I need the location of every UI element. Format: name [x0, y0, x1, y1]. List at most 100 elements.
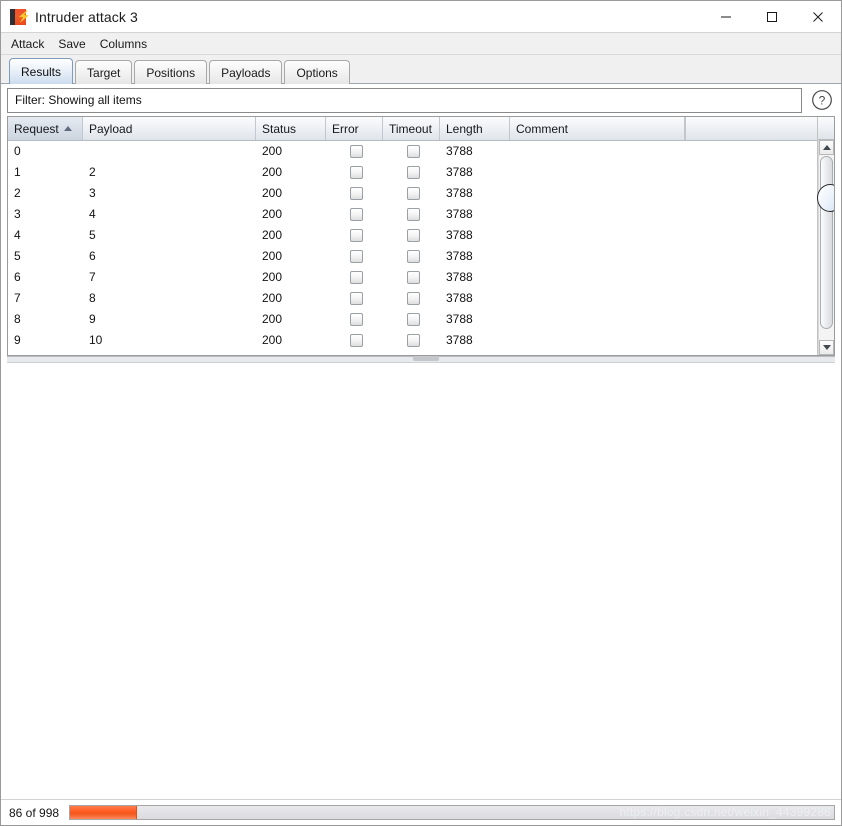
cell-request: 0 [8, 141, 83, 162]
tab-payloads[interactable]: Payloads [209, 60, 282, 84]
maximize-button[interactable] [749, 1, 795, 32]
filter-row: Filter: Showing all items ? [1, 84, 841, 116]
menu-item-save[interactable]: Save [57, 36, 86, 52]
tab-options[interactable]: Options [284, 60, 349, 84]
filter-input[interactable]: Filter: Showing all items [7, 88, 802, 113]
timeout-checkbox[interactable] [407, 187, 420, 200]
table-row[interactable]: 672003788 [8, 267, 817, 288]
cell-status: 200 [256, 288, 326, 309]
cell-length: 3788 [440, 141, 510, 162]
column-header-error[interactable]: Error [326, 117, 383, 140]
error-checkbox[interactable] [350, 313, 363, 326]
error-checkbox[interactable] [350, 208, 363, 221]
error-checkbox[interactable] [350, 334, 363, 347]
menu-item-attack[interactable]: Attack [10, 36, 45, 52]
column-header-comment[interactable]: Comment [510, 117, 685, 140]
menu-item-columns[interactable]: Columns [99, 36, 148, 52]
timeout-checkbox[interactable] [407, 271, 420, 284]
column-header-payload[interactable]: Payload [83, 117, 256, 140]
cell-comment [510, 162, 685, 183]
column-header-timeout[interactable]: Timeout [383, 117, 440, 140]
cell-request: 5 [8, 246, 83, 267]
cell-error [326, 267, 383, 288]
cell-timeout [383, 330, 440, 351]
tab-strip: Results Target Positions Payloads Option… [1, 55, 841, 84]
timeout-checkbox[interactable] [407, 313, 420, 326]
sort-ascending-icon [64, 126, 72, 131]
error-checkbox[interactable] [350, 292, 363, 305]
minimize-icon [720, 11, 732, 23]
scrollbar-track[interactable] [818, 140, 834, 355]
cell-status: 200 [256, 225, 326, 246]
cell-timeout [383, 183, 440, 204]
table-row[interactable]: 342003788 [8, 204, 817, 225]
cell-timeout [383, 141, 440, 162]
cell-status: 200 [256, 246, 326, 267]
error-checkbox[interactable] [350, 250, 363, 263]
cell-status: 200 [256, 162, 326, 183]
table-row[interactable]: 02003788 [8, 141, 817, 162]
cell-error [326, 246, 383, 267]
scrollbar-corner [818, 117, 834, 140]
table-row[interactable]: 782003788 [8, 288, 817, 309]
timeout-checkbox[interactable] [407, 166, 420, 179]
error-checkbox[interactable] [350, 145, 363, 158]
splitter-grip[interactable] [413, 356, 439, 361]
error-checkbox[interactable] [350, 229, 363, 242]
column-header-request-label: Request [14, 122, 59, 136]
timeout-checkbox[interactable] [407, 334, 420, 347]
column-header-status[interactable]: Status [256, 117, 326, 140]
results-table-panel: Request Payload Status Error Timeout Len… [7, 116, 835, 356]
tab-target[interactable]: Target [75, 60, 132, 84]
cell-payload: 2 [83, 162, 256, 183]
timeout-checkbox[interactable] [407, 292, 420, 305]
column-header-request[interactable]: Request [8, 117, 83, 140]
cell-status: 200 [256, 183, 326, 204]
progress-status-text: 86 of 998 [9, 806, 59, 820]
cell-comment [510, 183, 685, 204]
cell-request: 7 [8, 288, 83, 309]
scrollbar-thumb[interactable] [820, 156, 833, 329]
minimize-button[interactable] [703, 1, 749, 32]
timeout-checkbox[interactable] [407, 208, 420, 221]
table-row[interactable]: 562003788 [8, 246, 817, 267]
cell-payload: 6 [83, 246, 256, 267]
table-row[interactable]: 122003788 [8, 162, 817, 183]
cell-length: 3788 [440, 225, 510, 246]
cell-status: 200 [256, 330, 326, 351]
table-row[interactable]: 45200 3788 [8, 225, 817, 246]
table-header-row: Request Payload Status Error Timeout Len… [8, 117, 817, 141]
cell-length: 3788 [440, 330, 510, 351]
help-button[interactable]: ? [809, 87, 835, 113]
error-checkbox[interactable] [350, 166, 363, 179]
cell-timeout [383, 309, 440, 330]
cell-request: 4 [8, 225, 83, 246]
cell-request: 2 [8, 183, 83, 204]
cell-payload: 4 [83, 204, 256, 225]
window-controls [703, 1, 841, 32]
panel-splitter[interactable] [7, 356, 835, 365]
cell-payload: 5 [83, 225, 256, 246]
cell-length: 3788 [440, 309, 510, 330]
table-vertical-scrollbar[interactable] [817, 117, 834, 355]
cell-comment [510, 141, 685, 162]
tab-results[interactable]: Results [9, 58, 73, 84]
scroll-down-button[interactable] [819, 340, 834, 355]
timeout-checkbox[interactable] [407, 145, 420, 158]
table-row[interactable]: 9102003788 [8, 330, 817, 351]
timeout-checkbox[interactable] [407, 250, 420, 263]
timeout-checkbox[interactable] [407, 229, 420, 242]
table-row[interactable]: 232003788 [8, 183, 817, 204]
table-row[interactable]: 892003788 [8, 309, 817, 330]
close-button[interactable] [795, 1, 841, 32]
cell-payload: 7 [83, 267, 256, 288]
column-header-length[interactable]: Length [440, 117, 510, 140]
cell-length: 3788 [440, 267, 510, 288]
cell-length: 3788 [440, 183, 510, 204]
scroll-up-button[interactable] [819, 140, 834, 155]
error-checkbox[interactable] [350, 271, 363, 284]
error-checkbox[interactable] [350, 187, 363, 200]
cell-length: 3788 [440, 162, 510, 183]
tab-positions[interactable]: Positions [134, 60, 207, 84]
cell-length: 3788 [440, 204, 510, 225]
